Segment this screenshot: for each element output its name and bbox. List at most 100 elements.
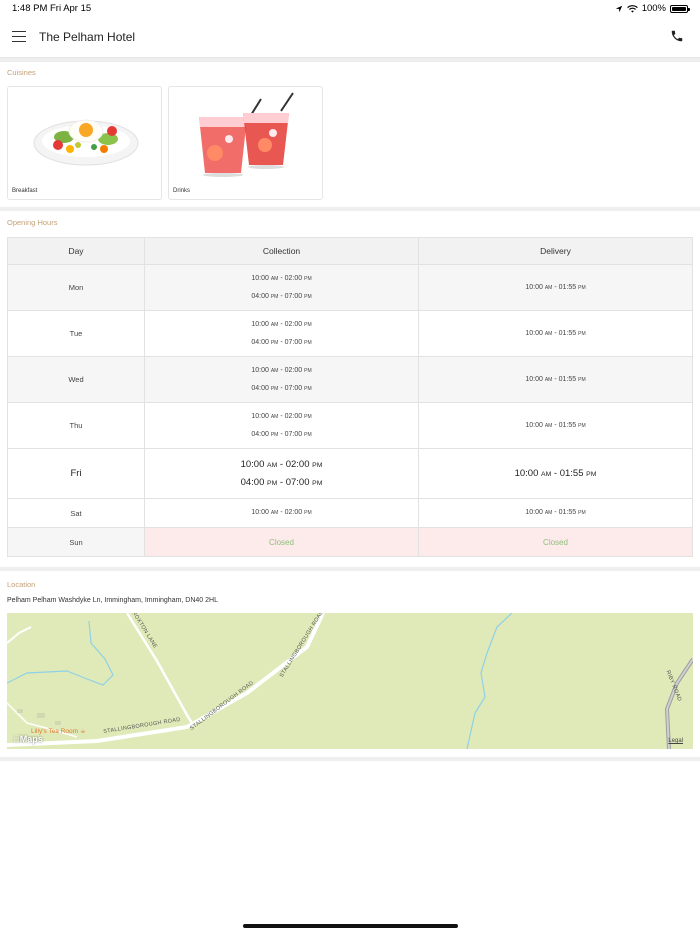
time-value: 04:00 bbox=[251, 430, 269, 438]
time-slot: 10:00 AM - 02:00 PM bbox=[251, 412, 312, 420]
cuisine-card-breakfast[interactable]: Breakfast bbox=[7, 86, 162, 200]
meridiem: AM bbox=[544, 422, 553, 429]
location-arrow-icon bbox=[615, 5, 622, 12]
meridiem: AM bbox=[270, 367, 279, 374]
time-value: 02:00 bbox=[284, 320, 303, 328]
meridiem: AM bbox=[544, 510, 553, 516]
collection-cell: 10:00 AM - 02:00 PM bbox=[144, 498, 419, 528]
time-value: 10:00 bbox=[525, 509, 543, 516]
time-value: 07:00 bbox=[284, 430, 303, 438]
meridiem: PM bbox=[270, 293, 279, 300]
cuisines-label: Cuisines bbox=[7, 68, 36, 77]
meridiem: PM bbox=[578, 330, 586, 337]
time-slot: 10:00 AM - 01:55 PM bbox=[525, 329, 586, 337]
time-value: 01:55 bbox=[558, 329, 577, 337]
apple-icon:  bbox=[13, 734, 20, 744]
time-slot: 10:00 AM - 02:00 PM bbox=[251, 509, 312, 516]
collection-cell: Closed bbox=[144, 527, 419, 557]
meridiem: PM bbox=[304, 275, 312, 282]
cuisine-card-drinks[interactable]: Drinks bbox=[168, 86, 323, 200]
cafe-icon: ☕ bbox=[79, 728, 86, 735]
delivery-cell: 10:00 AM - 01:55 PM bbox=[418, 498, 693, 528]
delivery-cell: Closed bbox=[418, 527, 693, 557]
collection-cell: 10:00 AM - 02:00 PM 04:00 PM - 07:00 PM bbox=[144, 264, 419, 311]
status-bar: 1:48 PM Fri Apr 15 100% bbox=[0, 0, 700, 18]
hours-row: Fri 10:00 AM - 02:00 PM 04:00 PM - 07:00 P… bbox=[7, 448, 693, 499]
time-slot: 10:00 AM - 02:00 PM bbox=[240, 458, 323, 470]
meridiem: PM bbox=[578, 510, 586, 516]
map-legal-link[interactable]: Legal bbox=[668, 738, 683, 744]
time-value: 10:00 bbox=[240, 458, 265, 470]
time-value: 07:00 bbox=[284, 292, 303, 300]
time-slot: 10:00 AM - 01:55 PM bbox=[525, 421, 586, 429]
meridiem: AM bbox=[270, 510, 279, 516]
time-slot: 04:00 PM - 07:00 PM bbox=[240, 476, 323, 488]
time-value: 01:55 bbox=[558, 421, 577, 429]
time-value: 10:00 bbox=[525, 283, 543, 291]
time-slot: 10:00 AM - 02:00 PM bbox=[251, 274, 312, 282]
location-map[interactable]: STALLINGBOROUGH ROAD STALLINGBOROUGH ROA… bbox=[7, 613, 693, 749]
delivery-cell: 10:00 AM - 01:55 PM bbox=[418, 448, 693, 499]
delivery-cell: 10:00 AM - 01:55 PM bbox=[418, 264, 693, 311]
maps-logo: Maps bbox=[13, 734, 43, 744]
phone-icon[interactable] bbox=[670, 29, 684, 43]
section-divider bbox=[0, 567, 700, 571]
meridiem: PM bbox=[304, 293, 312, 300]
hours-row: Wed 10:00 AM - 02:00 PM 04:00 PM - 07:00 P… bbox=[7, 356, 693, 403]
time-slot: 04:00 PM - 07:00 PM bbox=[251, 292, 312, 300]
address-text: Pelham Pelham Washdyke Ln, Immingham, Im… bbox=[7, 597, 218, 604]
time-value: 10:00 bbox=[514, 467, 539, 479]
status-date: Fri Apr 15 bbox=[50, 3, 92, 14]
column-header-day: Day bbox=[7, 237, 145, 265]
time-value: 01:55 bbox=[559, 467, 584, 479]
meridiem: PM bbox=[312, 479, 323, 487]
section-divider bbox=[0, 58, 700, 62]
meridiem: AM bbox=[544, 376, 553, 383]
time-slot: 10:00 AM - 01:55 PM bbox=[525, 283, 586, 291]
time-value: 07:00 bbox=[284, 384, 303, 392]
hamburger-menu-icon[interactable] bbox=[12, 31, 26, 42]
meridiem: AM bbox=[541, 470, 552, 478]
battery-icon bbox=[670, 4, 690, 13]
meridiem: PM bbox=[270, 385, 279, 392]
day-cell: Sun bbox=[7, 527, 145, 557]
time-value: 02:00 bbox=[285, 458, 310, 470]
collection-cell: 10:00 AM - 02:00 PM 04:00 PM - 07:00 PM bbox=[144, 356, 419, 403]
cuisine-name: Drinks bbox=[173, 188, 191, 194]
meridiem: PM bbox=[304, 321, 312, 328]
meridiem: PM bbox=[312, 461, 323, 469]
breakfast-plate-image bbox=[33, 119, 139, 166]
time-value: 02:00 bbox=[284, 412, 303, 420]
cuisine-name: Breakfast bbox=[12, 188, 38, 194]
collection-cell: 10:00 AM - 02:00 PM 04:00 PM - 07:00 PM bbox=[144, 448, 419, 499]
time-value: 04:00 bbox=[251, 338, 269, 346]
time-value: 10:00 bbox=[251, 274, 269, 282]
time-value: 02:00 bbox=[284, 274, 303, 282]
collection-cell: 10:00 AM - 02:00 PM 04:00 PM - 07:00 PM bbox=[144, 310, 419, 357]
home-indicator[interactable] bbox=[243, 924, 458, 928]
battery-percent: 100% bbox=[641, 3, 666, 14]
time-value: 07:00 bbox=[284, 338, 303, 346]
time-slot: 04:00 PM - 07:00 PM bbox=[251, 384, 312, 392]
meridiem: PM bbox=[304, 510, 312, 516]
time-slot: 10:00 AM - 02:00 PM bbox=[251, 320, 312, 328]
opening-hours-label: Opening Hours bbox=[7, 218, 58, 227]
time-value: 10:00 bbox=[525, 375, 543, 383]
time-value: 10:00 bbox=[251, 509, 269, 516]
day-cell: Thu bbox=[7, 402, 145, 449]
meridiem: AM bbox=[267, 461, 278, 469]
time-value: 04:00 bbox=[240, 476, 265, 488]
time-value: 10:00 bbox=[251, 366, 269, 374]
time-slot: 04:00 PM - 07:00 PM bbox=[251, 338, 312, 346]
time-slot: 04:00 PM - 07:00 PM bbox=[251, 430, 312, 438]
meridiem: AM bbox=[270, 413, 279, 420]
time-value: 07:00 bbox=[285, 476, 310, 488]
meridiem: PM bbox=[586, 470, 597, 478]
time-slot: 10:00 AM - 01:55 PM bbox=[514, 467, 597, 479]
delivery-cell: 10:00 AM - 01:55 PM bbox=[418, 402, 693, 449]
meridiem: AM bbox=[270, 321, 279, 328]
hours-row: Sat 10:00 AM - 02:00 PM 10:00 AM - 01:55 P… bbox=[7, 498, 693, 528]
column-header-delivery: Delivery bbox=[418, 237, 693, 265]
meridiem: PM bbox=[578, 422, 586, 429]
maps-brand: Maps bbox=[13, 734, 43, 744]
